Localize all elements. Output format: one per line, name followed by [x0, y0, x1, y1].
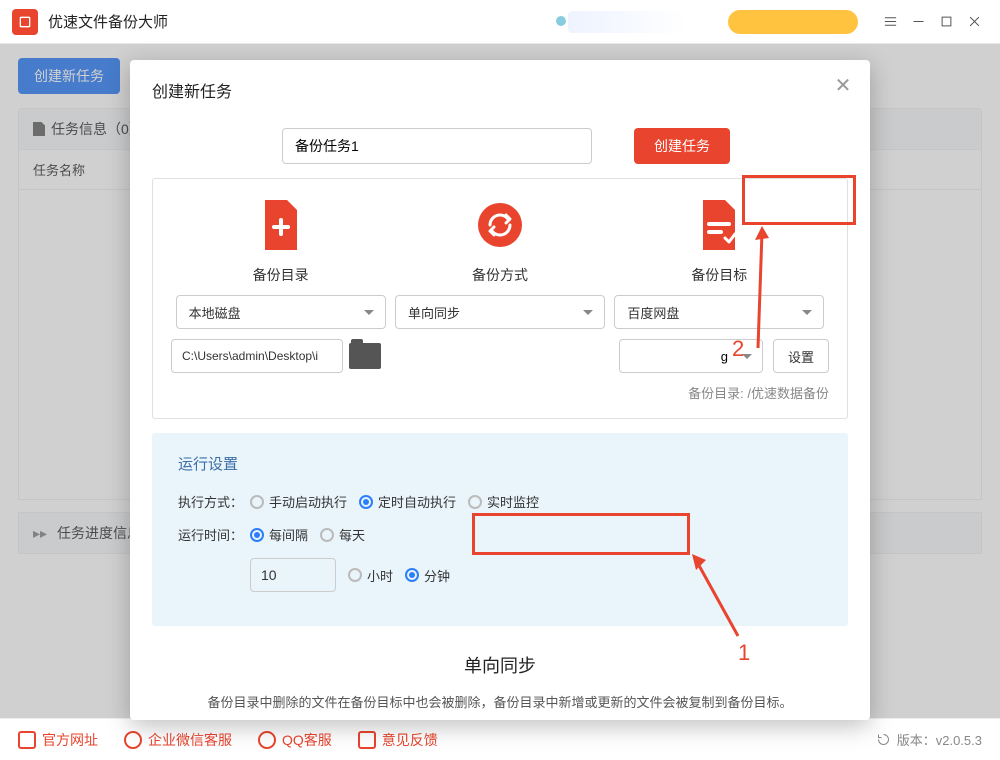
modal-title: 创建新任务 — [130, 60, 870, 112]
task-name-input[interactable] — [282, 128, 592, 164]
feedback-link[interactable]: 意见反馈 — [358, 730, 438, 750]
wechat-support-link[interactable]: 企业微信客服 — [124, 730, 232, 750]
mode-select[interactable]: 单向同步 — [395, 295, 605, 329]
menu-icon[interactable] — [876, 8, 904, 36]
dest-path-note: 备份目录: /优速数据备份 — [171, 383, 829, 402]
title-bar: 优速文件备份大师 — [0, 0, 1000, 44]
minimize-icon[interactable] — [904, 8, 932, 36]
source-type-select[interactable]: 本地磁盘 — [176, 295, 386, 329]
dest-file-icon — [694, 197, 744, 253]
version-label: 版本：v2.0.5.3 — [876, 730, 982, 749]
run-settings-panel: 运行设置 执行方式： 手动启动执行 定时自动执行 实时监控 运行时间： 每间隔 … — [152, 433, 848, 626]
modal-close-icon[interactable]: ✕ — [832, 74, 854, 96]
source-file-icon — [256, 197, 306, 253]
app-title: 优速文件备份大师 — [48, 11, 168, 32]
wechat-icon — [124, 731, 142, 749]
backup-config-card: 备份目录 本地磁盘 备份方式 单向同步 备份目标 百度网盘 — [152, 178, 848, 419]
interval-radio[interactable]: 每间隔 — [250, 525, 308, 544]
interval-value-input[interactable]: 10 — [250, 558, 336, 592]
create-task-button[interactable]: 创建任务 — [634, 128, 730, 164]
mode-label: 备份方式 — [472, 265, 528, 285]
official-site-link[interactable]: 官方网址 — [18, 730, 98, 750]
promo-pill[interactable] — [728, 10, 858, 34]
decoration-icon — [568, 11, 688, 33]
unit-minute-radio[interactable]: 分钟 — [405, 566, 450, 585]
sync-mode-icon — [475, 197, 525, 253]
run-time-label: 运行时间： — [178, 525, 250, 544]
web-icon — [18, 731, 36, 749]
app-logo-icon — [12, 9, 38, 35]
source-label: 备份目录 — [253, 265, 309, 285]
close-icon[interactable] — [960, 8, 988, 36]
maximize-icon[interactable] — [932, 8, 960, 36]
run-settings-title: 运行设置 — [178, 453, 822, 474]
qq-icon — [258, 731, 276, 749]
exec-mode-label: 执行方式： — [178, 492, 250, 511]
dest-label: 备份目标 — [691, 265, 747, 285]
qq-support-link[interactable]: QQ客服 — [258, 730, 332, 750]
daily-radio[interactable]: 每天 — [320, 525, 365, 544]
dest-settings-button[interactable]: 设置 — [773, 339, 829, 373]
browse-folder-icon[interactable] — [349, 343, 381, 369]
unit-hour-radio[interactable]: 小时 — [348, 566, 393, 585]
feedback-icon — [358, 731, 376, 749]
exec-timed-radio[interactable]: 定时自动执行 — [359, 492, 456, 511]
sync-mode-description: 备份目录中删除的文件在备份目标中也会被删除，备份目录中新增或更新的文件会被复制到… — [152, 692, 848, 720]
footer-bar: 官方网址 企业微信客服 QQ客服 意见反馈 版本：v2.0.5.3 — [0, 718, 1000, 760]
exec-manual-radio[interactable]: 手动启动执行 — [250, 492, 347, 511]
dest-type-select[interactable]: 百度网盘 — [614, 295, 824, 329]
annotation-number-1: 1 — [738, 640, 750, 666]
annotation-number-2: 2 — [732, 336, 744, 362]
source-path-input[interactable]: C:\Users\admin\Desktop\i — [171, 339, 343, 373]
create-task-modal: ✕ 创建新任务 创建任务 备份目录 本地磁盘 备份方式 — [130, 60, 870, 720]
exec-realtime-radio[interactable]: 实时监控 — [468, 492, 539, 511]
